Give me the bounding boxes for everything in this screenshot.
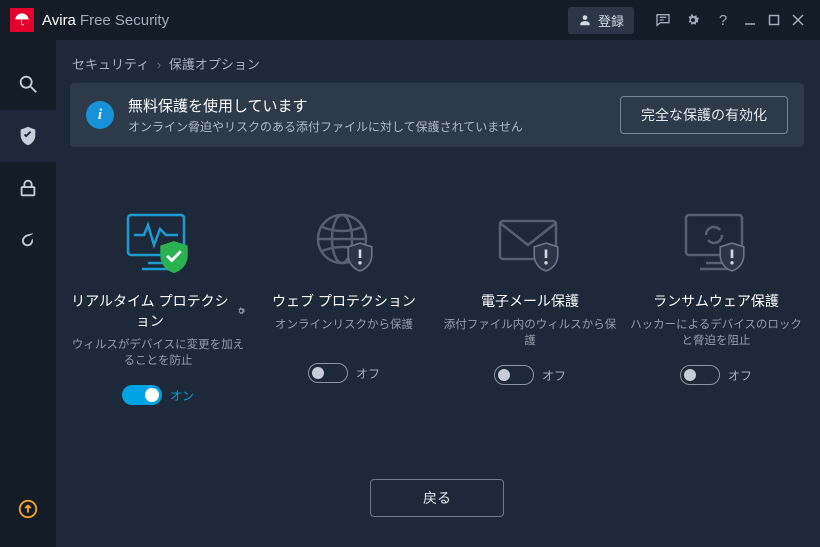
login-button[interactable]: 登録 bbox=[568, 7, 634, 34]
banner-title: 無料保護を使用しています bbox=[128, 95, 606, 116]
toggle-state-label: オフ bbox=[728, 367, 752, 384]
main-content: セキュリティ › 保護オプション i 無料保護を使用しています オンライン脅迫や… bbox=[56, 40, 820, 547]
card-description: ハッカーによるデバイスのロックと脅迫を阻止 bbox=[628, 317, 804, 349]
app-product: Free Security bbox=[80, 12, 169, 29]
card-web-protection: ウェブ プロテクション オンラインリスクから保護 オフ bbox=[256, 207, 432, 405]
umbrella-icon bbox=[14, 12, 30, 28]
breadcrumb-current: 保護オプション bbox=[169, 57, 260, 72]
minimize-icon[interactable] bbox=[743, 13, 757, 27]
gear-icon[interactable] bbox=[236, 305, 246, 317]
back-button[interactable]: 戻る bbox=[370, 479, 504, 517]
card-email-protection: 電子メール保護 添付ファイル内のウィルスから保護 オフ bbox=[442, 207, 618, 405]
sidebar-item-privacy[interactable] bbox=[0, 162, 56, 214]
shield-check-icon bbox=[160, 241, 188, 273]
card-description: 添付ファイル内のウィルスから保護 bbox=[442, 317, 618, 349]
info-banner: i 無料保護を使用しています オンライン脅迫やリスクのある添付ファイルに対して保… bbox=[70, 83, 804, 147]
breadcrumb: セキュリティ › 保護オプション bbox=[72, 54, 804, 73]
ransomware-toggle[interactable] bbox=[680, 365, 720, 385]
chevron-right-icon: › bbox=[157, 57, 161, 72]
email-protection-icon bbox=[490, 207, 570, 277]
card-title: ウェブ プロテクション bbox=[272, 291, 416, 311]
toggle-state-label: オン bbox=[170, 387, 194, 404]
card-title: リアルタイム プロテクション bbox=[70, 291, 246, 331]
sidebar-item-scan[interactable] bbox=[0, 58, 56, 110]
card-description: オンラインリスクから保護 bbox=[275, 317, 413, 347]
shield-alert-icon bbox=[532, 241, 560, 273]
web-protection-icon bbox=[304, 207, 384, 277]
app-brand: Avira bbox=[42, 12, 76, 29]
card-title: 電子メール保護 bbox=[481, 291, 579, 311]
shield-alert-icon bbox=[718, 241, 746, 273]
maximize-icon[interactable] bbox=[767, 13, 781, 27]
card-title: ランサムウェア保護 bbox=[653, 291, 779, 311]
email-toggle[interactable] bbox=[494, 365, 534, 385]
card-ransomware-protection: ランサムウェア保護 ハッカーによるデバイスのロックと脅迫を阻止 オフ bbox=[628, 207, 804, 405]
sidebar-item-security[interactable] bbox=[0, 110, 56, 162]
card-realtime-protection: リアルタイム プロテクション ウィルスがデバイスに変更を加えることを防止 オン bbox=[70, 207, 246, 405]
shield-alert-icon bbox=[346, 241, 374, 273]
toggle-state-label: オフ bbox=[356, 365, 380, 382]
sidebar-item-performance[interactable] bbox=[0, 214, 56, 266]
help-icon[interactable]: ? bbox=[715, 12, 731, 28]
info-icon: i bbox=[86, 101, 114, 129]
close-icon[interactable] bbox=[791, 13, 805, 27]
user-icon bbox=[578, 13, 592, 27]
enable-full-protection-button[interactable]: 完全な保護の有効化 bbox=[620, 96, 788, 134]
banner-subtitle: オンライン脅迫やリスクのある添付ファイルに対して保護されていません bbox=[128, 118, 606, 135]
protection-cards: リアルタイム プロテクション ウィルスがデバイスに変更を加えることを防止 オン bbox=[70, 207, 804, 405]
sidebar bbox=[0, 40, 56, 547]
breadcrumb-parent[interactable]: セキュリティ bbox=[72, 57, 149, 72]
toggle-state-label: オフ bbox=[542, 367, 566, 384]
ransomware-protection-icon bbox=[676, 207, 756, 277]
feedback-icon[interactable] bbox=[655, 12, 671, 28]
titlebar: Avira Free Security 登録 ? bbox=[0, 0, 820, 40]
sidebar-item-upgrade[interactable] bbox=[0, 483, 56, 535]
realtime-protection-icon bbox=[118, 207, 198, 277]
avira-logo bbox=[10, 8, 34, 32]
login-label: 登録 bbox=[598, 11, 624, 30]
card-description: ウィルスがデバイスに変更を加えることを防止 bbox=[70, 337, 246, 369]
realtime-toggle[interactable] bbox=[122, 385, 162, 405]
web-toggle[interactable] bbox=[308, 363, 348, 383]
gear-icon[interactable] bbox=[685, 12, 701, 28]
